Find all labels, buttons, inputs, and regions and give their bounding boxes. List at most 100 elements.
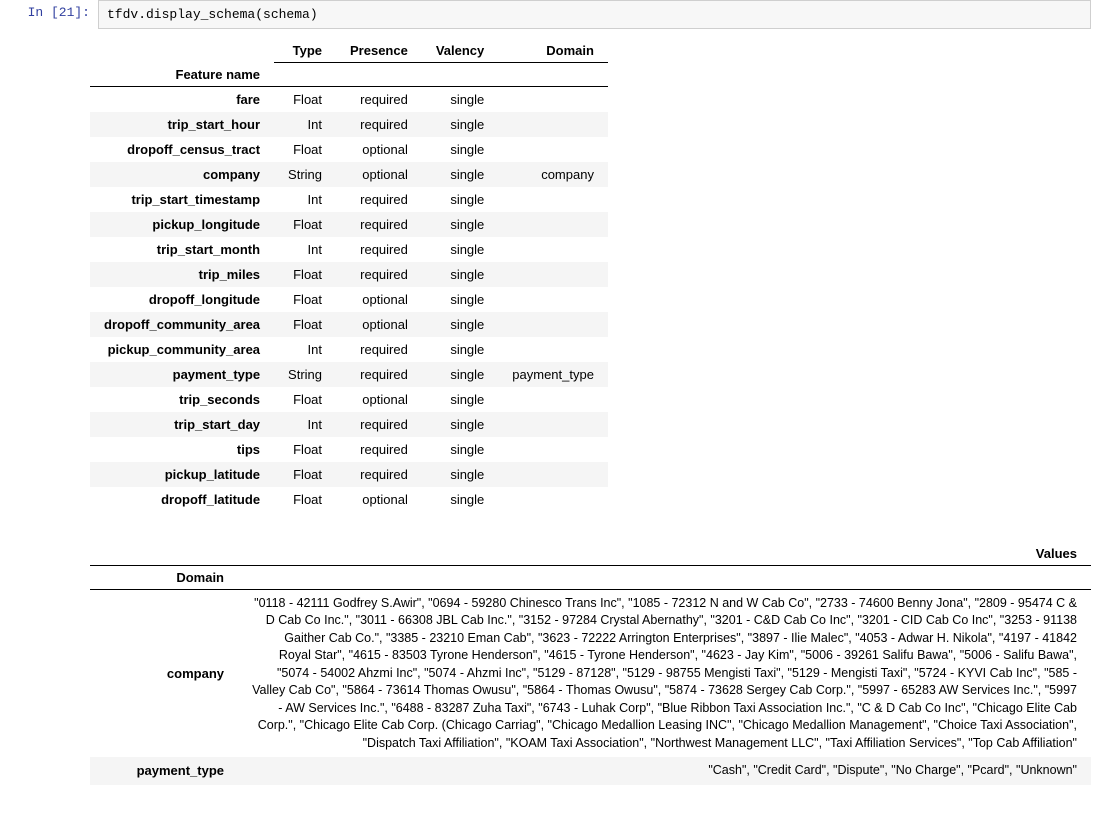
feature-domain — [498, 387, 608, 412]
table-row: payment_type"Cash", "Credit Card", "Disp… — [90, 757, 1091, 785]
feature-name: tips — [90, 437, 274, 462]
feature-valency: single — [422, 212, 498, 237]
domain-name: payment_type — [90, 757, 238, 785]
feature-presence: optional — [336, 312, 422, 337]
feature-domain — [498, 337, 608, 362]
col-domain: Domain — [498, 39, 608, 63]
table-row: trip_start_dayIntrequiredsingle — [90, 412, 608, 437]
feature-domain — [498, 412, 608, 437]
feature-valency: single — [422, 112, 498, 137]
feature-type: String — [274, 162, 336, 187]
feature-domain — [498, 262, 608, 287]
table-row: companyStringoptionalsinglecompany — [90, 162, 608, 187]
feature-valency: single — [422, 337, 498, 362]
feature-valency: single — [422, 187, 498, 212]
feature-domain — [498, 462, 608, 487]
feature-name: trip_start_hour — [90, 112, 274, 137]
feature-name: fare — [90, 86, 274, 112]
domain-section: Values Domain company"0118 - 42111 Godfr… — [90, 542, 1091, 785]
feature-domain — [498, 212, 608, 237]
feature-presence: required — [336, 362, 422, 387]
table-row: trip_start_monthIntrequiredsingle — [90, 237, 608, 262]
feature-presence: optional — [336, 287, 422, 312]
feature-valency: single — [422, 387, 498, 412]
feature-name: trip_miles — [90, 262, 274, 287]
table-row: pickup_latitudeFloatrequiredsingle — [90, 462, 608, 487]
feature-presence: required — [336, 462, 422, 487]
feature-valency: single — [422, 362, 498, 387]
domain-values: "0118 - 42111 Godfrey S.Awir", "0694 - 5… — [238, 589, 1091, 757]
table-row: dropoff_latitudeFloatoptionalsingle — [90, 487, 608, 512]
feature-presence: optional — [336, 162, 422, 187]
feature-type: Int — [274, 112, 336, 137]
feature-type: Float — [274, 262, 336, 287]
feature-type: Float — [274, 462, 336, 487]
feature-presence: required — [336, 437, 422, 462]
feature-name: dropoff_latitude — [90, 487, 274, 512]
feature-valency: single — [422, 287, 498, 312]
feature-presence: required — [336, 112, 422, 137]
feature-presence: optional — [336, 487, 422, 512]
feature-valency: single — [422, 86, 498, 112]
feature-valency: single — [422, 162, 498, 187]
feature-type: Int — [274, 412, 336, 437]
feature-name: pickup_community_area — [90, 337, 274, 362]
feature-presence: required — [336, 412, 422, 437]
feature-presence: required — [336, 237, 422, 262]
schema-table: Type Presence Valency Domain Feature nam… — [90, 39, 608, 512]
feature-domain: payment_type — [498, 362, 608, 387]
feature-valency: single — [422, 137, 498, 162]
feature-type: Float — [274, 487, 336, 512]
table-row: trip_start_timestampIntrequiredsingle — [90, 187, 608, 212]
output-area: Type Presence Valency Domain Feature nam… — [0, 29, 1111, 835]
col-valency: Valency — [422, 39, 498, 63]
feature-type: Int — [274, 337, 336, 362]
feature-domain — [498, 437, 608, 462]
feature-presence: required — [336, 187, 422, 212]
feature-name: company — [90, 162, 274, 187]
feature-valency: single — [422, 412, 498, 437]
feature-type: Int — [274, 237, 336, 262]
schema-section: Type Presence Valency Domain Feature nam… — [90, 39, 1091, 512]
feature-type: Float — [274, 387, 336, 412]
col-blank — [90, 39, 274, 63]
feature-type: Float — [274, 437, 336, 462]
feature-type: String — [274, 362, 336, 387]
feature-name: trip_seconds — [90, 387, 274, 412]
feature-valency: single — [422, 462, 498, 487]
feature-valency: single — [422, 487, 498, 512]
feature-presence: required — [336, 262, 422, 287]
feature-domain — [498, 287, 608, 312]
feature-type: Float — [274, 137, 336, 162]
table-row: pickup_longitudeFloatrequiredsingle — [90, 212, 608, 237]
feature-domain — [498, 312, 608, 337]
domain-name: company — [90, 589, 238, 757]
table-row: payment_typeStringrequiredsinglepayment_… — [90, 362, 608, 387]
feature-type: Float — [274, 86, 336, 112]
table-row: pickup_community_areaIntrequiredsingle — [90, 337, 608, 362]
table-row: dropoff_longitudeFloatoptionalsingle — [90, 287, 608, 312]
feature-type: Float — [274, 287, 336, 312]
table-row: dropoff_community_areaFloatoptionalsingl… — [90, 312, 608, 337]
table-row: tipsFloatrequiredsingle — [90, 437, 608, 462]
code-input[interactable]: tfdv.display_schema(schema) — [98, 0, 1091, 29]
feature-valency: single — [422, 237, 498, 262]
table-row: trip_secondsFloatoptionalsingle — [90, 387, 608, 412]
feature-domain — [498, 487, 608, 512]
feature-name: dropoff_longitude — [90, 287, 274, 312]
feature-presence: required — [336, 337, 422, 362]
row-header-feature-name: Feature name — [90, 63, 274, 87]
feature-presence: required — [336, 212, 422, 237]
col-values: Values — [238, 542, 1091, 566]
feature-name: dropoff_community_area — [90, 312, 274, 337]
table-row: dropoff_census_tractFloatoptionalsingle — [90, 137, 608, 162]
domain-values: "Cash", "Credit Card", "Dispute", "No Ch… — [238, 757, 1091, 785]
table-row: trip_milesFloatrequiredsingle — [90, 262, 608, 287]
feature-valency: single — [422, 437, 498, 462]
feature-domain: company — [498, 162, 608, 187]
feature-valency: single — [422, 312, 498, 337]
table-row: company"0118 - 42111 Godfrey S.Awir", "0… — [90, 589, 1091, 757]
domain-table: Values Domain company"0118 - 42111 Godfr… — [90, 542, 1091, 785]
table-row: trip_start_hourIntrequiredsingle — [90, 112, 608, 137]
feature-name: payment_type — [90, 362, 274, 387]
